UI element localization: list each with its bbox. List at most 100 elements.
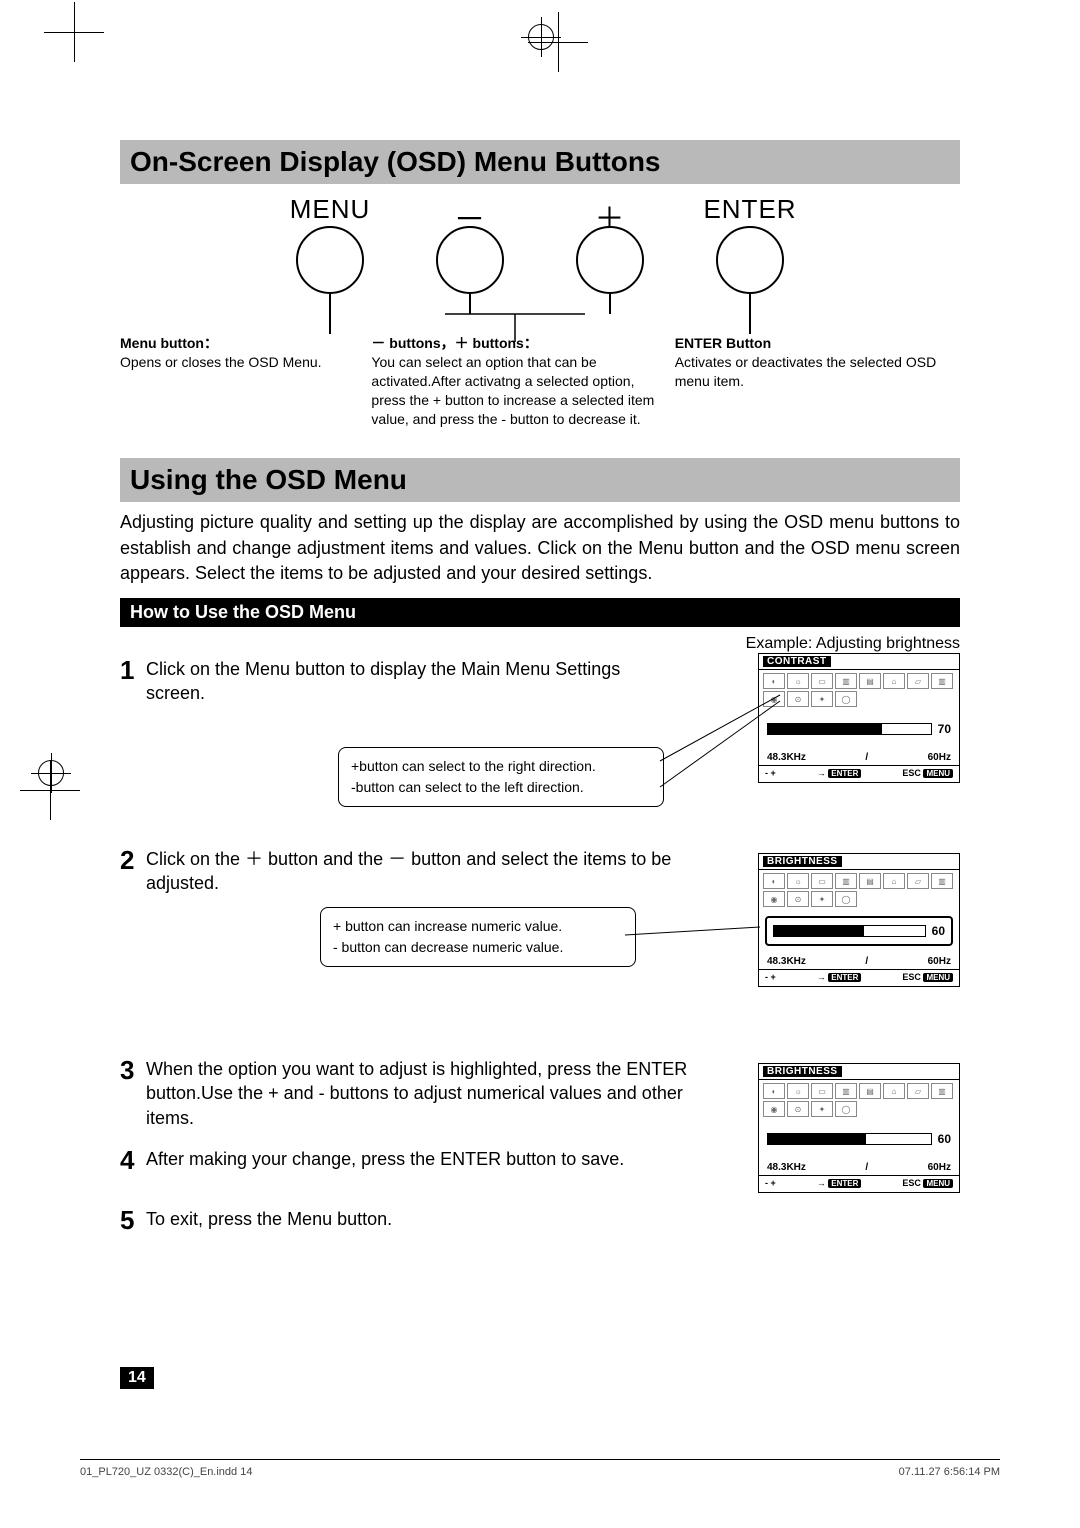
osd-tab-icon: ▤ — [859, 673, 881, 689]
arrow-icon: → — [817, 768, 826, 778]
osd-value: 60 — [938, 1132, 951, 1146]
step-number: 1 — [120, 657, 142, 706]
osd-enter-tag: ENTER — [828, 769, 861, 778]
osd-freq: 48.3KHz — [767, 1162, 806, 1173]
step-text: Click on the ＋ button and the － button a… — [146, 847, 720, 896]
osd-esc: ESC — [902, 972, 921, 982]
step-text: When the option you want to adjust is hi… — [146, 1057, 720, 1130]
registration-left — [38, 760, 64, 786]
osd-tab-icon: ▥ — [931, 873, 953, 889]
osd-freq-row: 48.3KHz / 60Hz — [759, 1158, 959, 1175]
using-osd-body: Adjusting picture quality and setting up… — [120, 510, 960, 586]
osd-enter-tag: ENTER — [828, 973, 861, 982]
section-title-osd-buttons: On-Screen Display (OSD) Menu Buttons — [120, 140, 960, 184]
connector-svg — [120, 194, 960, 354]
osd-tab-icon: ✦ — [811, 891, 833, 907]
step-text: After making your change, press the ENTE… — [146, 1147, 720, 1173]
osd-header: CONTRAST — [759, 654, 959, 670]
osd-header: BRIGHTNESS — [759, 1064, 959, 1080]
osd-menu-tag: MENU — [923, 769, 953, 778]
osd-title: BRIGHTNESS — [763, 856, 842, 867]
minus-button-label: － — [453, 194, 486, 226]
enter-button-label: ENTER — [703, 194, 796, 226]
registration-top — [528, 24, 554, 50]
plusminus-button-desc: － buttons，＋ buttons： You can select an o… — [371, 334, 656, 428]
print-footer: 01_PL720_UZ 0332(C)_En.indd 14 07.11.27 … — [80, 1459, 1000, 1478]
osd-freq: 48.3KHz — [767, 752, 806, 763]
step-number: 2 — [120, 847, 142, 896]
menu-button-icon — [296, 226, 364, 294]
button-descriptions: Menu button： Opens or closes the OSD Men… — [120, 334, 960, 428]
step-5: 5 To exit, press the Menu button. — [120, 1207, 720, 1233]
enter-button-icon — [716, 226, 784, 294]
osd-hz: 60Hz — [928, 1162, 951, 1173]
osd-value-row: 60 — [759, 1120, 959, 1158]
step-3: 3 When the option you want to adjust is … — [120, 1057, 720, 1130]
osd-slash: / — [865, 1162, 868, 1173]
step-1: 1 Click on the Menu button to display th… — [120, 657, 640, 706]
osd-tab-icon: ◐ — [763, 673, 785, 689]
step-text: To exit, press the Menu button. — [146, 1207, 720, 1233]
osd-footer-mp: - + — [765, 972, 776, 982]
osd-tab-icon: ▱ — [907, 673, 929, 689]
osd-panel-brightness: BRIGHTNESS ◐☼▭▥▤⌂ ▱▥◉⊙✦◯ 60 48.3KHz / 60… — [758, 1063, 960, 1193]
osd-enter-tag: ENTER — [828, 1179, 861, 1188]
step-2: 2 Click on the ＋ button and the － button… — [120, 847, 720, 896]
cropmark-tl — [44, 2, 104, 62]
osd-tab-icon: ◐ — [763, 1083, 785, 1099]
leader-line — [609, 294, 611, 314]
osd-tab-icon: ✦ — [811, 691, 833, 707]
osd-tab-icon: ⌂ — [883, 673, 905, 689]
osd-tab-icon: ◯ — [835, 691, 857, 707]
enter-button-col: ENTER — [700, 194, 800, 334]
osd-tab-icon: ▱ — [907, 1083, 929, 1099]
osd-menu-tag: MENU — [923, 1179, 953, 1188]
osd-tab-icon: ▭ — [811, 673, 833, 689]
arrow-icon: → — [817, 1178, 826, 1188]
step-number: 5 — [120, 1207, 142, 1233]
subhead-howto: How to Use the OSD Menu — [120, 598, 960, 627]
leader-line — [749, 294, 751, 334]
enter-button-desc-text: Activates or deactivates the selected OS… — [675, 354, 936, 389]
callout-line: - button can decrease numeric value. — [333, 937, 623, 958]
menu-button-desc: Menu button： Opens or closes the OSD Men… — [120, 334, 353, 428]
osd-slider — [767, 723, 932, 735]
osd-tab-icon: ⊙ — [787, 1101, 809, 1117]
osd-footer: - + → ENTER ESC MENU — [759, 1175, 959, 1192]
osd-tab-icon: ◐ — [763, 873, 785, 889]
osd-freq-row: 48.3KHz / 60Hz — [759, 952, 959, 969]
osd-slider — [773, 925, 926, 937]
osd-slider — [767, 1133, 932, 1145]
osd-esc: ESC — [902, 768, 921, 778]
osd-title: BRIGHTNESS — [763, 1066, 842, 1077]
plus-button-label: ＋ — [595, 194, 626, 226]
osd-panel-contrast: CONTRAST ◐☼▭▥▤⌂ ▱▥◉⊙✦◯ 70 48.3KHz / 60Hz… — [758, 653, 960, 783]
osd-tab-icon: ⊙ — [787, 891, 809, 907]
arrow-icon: → — [817, 972, 826, 982]
osd-freq: 48.3KHz — [767, 956, 806, 967]
step-number: 3 — [120, 1057, 142, 1130]
osd-footer-mp: - + — [765, 768, 776, 778]
osd-tab-icon: ⌂ — [883, 1083, 905, 1099]
menu-button-desc-text: Opens or closes the OSD Menu. — [120, 354, 322, 370]
osd-tab-icon: ◉ — [763, 691, 785, 707]
page-content: On-Screen Display (OSD) Menu Buttons MEN… — [120, 140, 960, 1389]
osd-tab-icon: ✦ — [811, 1101, 833, 1117]
plus-button-col: ＋ — [560, 194, 660, 334]
osd-tab-icon: ▥ — [835, 873, 857, 889]
osd-icon-row: ◐☼▭▥▤⌂ ▱▥◉⊙✦◯ — [759, 670, 959, 710]
osd-tab-icon: ▭ — [811, 1083, 833, 1099]
osd-tab-icon: ◯ — [835, 1101, 857, 1117]
callout-line: + button can increase numeric value. — [333, 916, 623, 937]
osd-icon-row: ◐☼▭▥▤⌂ ▱▥◉⊙✦◯ — [759, 870, 959, 910]
leader-line — [469, 294, 471, 314]
minus-button-col: － — [420, 194, 520, 334]
callout-line: +button can select to the right directio… — [351, 756, 651, 777]
osd-freq-row: 48.3KHz / 60Hz — [759, 748, 959, 765]
osd-tab-icon: ◉ — [763, 1101, 785, 1117]
osd-tab-icon: ☼ — [787, 673, 809, 689]
step-text: Click on the Menu button to display the … — [146, 657, 640, 706]
osd-panel-brightness-boxed: BRIGHTNESS ◐☼▭▥▤⌂ ▱▥◉⊙✦◯ 60 48.3KHz / 60… — [758, 853, 960, 987]
osd-value-row: 70 — [759, 710, 959, 748]
step-number: 4 — [120, 1147, 142, 1173]
